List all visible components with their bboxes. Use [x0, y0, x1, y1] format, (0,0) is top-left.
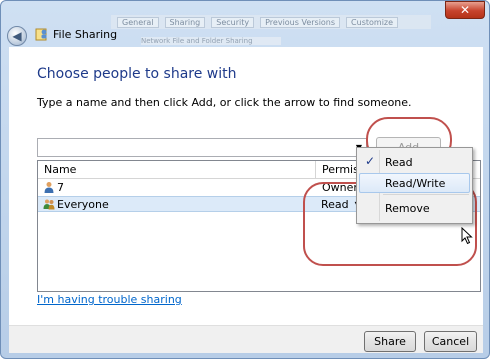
mouse-cursor-icon: [461, 227, 473, 245]
share-button[interactable]: Share: [364, 331, 416, 352]
dialog-footer: Share Cancel: [9, 325, 483, 353]
checkmark-icon: ✓: [365, 154, 376, 168]
back-button[interactable]: ◀: [7, 26, 27, 46]
menu-separator: [383, 194, 469, 195]
background-tab: Previous Versions: [260, 16, 341, 28]
close-button[interactable]: ✕: [445, 1, 485, 19]
group-icon: [43, 199, 55, 210]
user-icon: [44, 182, 54, 193]
window-title: File Sharing: [53, 28, 118, 41]
background-tab: Customize: [346, 16, 399, 28]
background-tab: Sharing: [164, 16, 206, 28]
background-tabs: General Sharing Security Previous Versio…: [111, 15, 431, 29]
list-item-name: Everyone: [57, 198, 109, 211]
file-sharing-icon: [35, 28, 47, 41]
menu-item-read[interactable]: ✓ Read: [359, 152, 470, 172]
menu-item-label: Remove: [385, 202, 430, 215]
column-divider[interactable]: [315, 161, 316, 178]
file-sharing-window: General Sharing Security Previous Versio…: [0, 0, 490, 359]
menu-item-label: Read: [385, 156, 413, 169]
page-title: Choose people to share with: [37, 66, 237, 82]
background-subtitle: Network File and Folder Sharing: [141, 37, 281, 45]
background-tab: General: [117, 16, 159, 28]
trouble-sharing-link[interactable]: I'm having trouble sharing: [37, 293, 182, 306]
instructions-text: Type a name and then click Add, or click…: [37, 96, 412, 109]
list-item-name: 7: [57, 181, 64, 194]
close-icon: ✕: [459, 3, 471, 17]
back-arrow-icon: ◀: [12, 29, 22, 43]
menu-item-read-write[interactable]: Read/Write: [359, 173, 470, 193]
permission-menu: ✓ Read Read/Write Remove: [356, 147, 473, 224]
name-combobox[interactable]: ▼: [37, 138, 367, 157]
cancel-button[interactable]: Cancel: [424, 331, 477, 352]
menu-item-remove[interactable]: Remove: [359, 198, 470, 218]
column-header-name[interactable]: Name: [44, 163, 76, 176]
menu-item-label: Read/Write: [385, 177, 446, 190]
background-tab: Security: [211, 16, 255, 28]
